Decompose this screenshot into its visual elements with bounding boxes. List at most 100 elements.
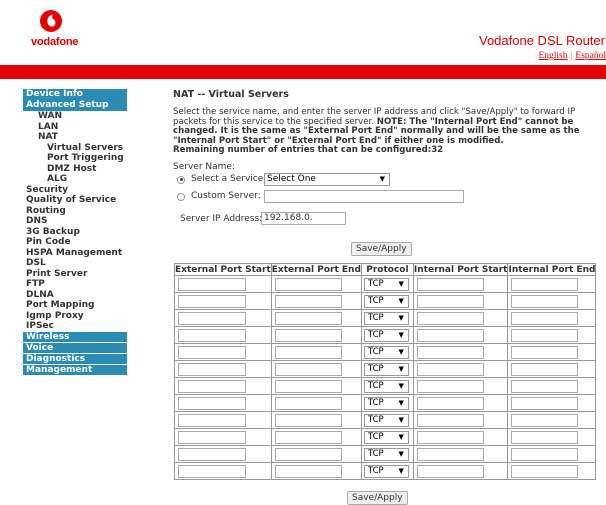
protocol-select[interactable]: TCP ▼	[363, 397, 409, 410]
external-port-start-input[interactable]	[178, 414, 246, 427]
external-port-end-input[interactable]	[274, 414, 342, 427]
internal-port-start-input[interactable]	[416, 312, 484, 325]
english-link[interactable]: English	[538, 51, 567, 61]
protocol-select[interactable]: TCP ▼	[363, 312, 409, 325]
external-port-end-input[interactable]	[274, 380, 342, 393]
external-port-start-input[interactable]	[178, 295, 246, 308]
nav-alg[interactable]: ALG	[23, 174, 127, 185]
nav-diagnostics[interactable]: Diagnostics	[23, 353, 127, 364]
external-port-end-input[interactable]	[274, 295, 342, 308]
select-service-radio[interactable]	[177, 175, 185, 184]
external-port-start-input[interactable]	[178, 448, 246, 461]
save-apply-button[interactable]: Save/Apply	[351, 242, 412, 256]
internal-port-end-input[interactable]	[511, 414, 579, 427]
internal-port-end-input[interactable]	[511, 431, 579, 444]
external-port-start-input[interactable]	[178, 312, 246, 325]
external-port-start-input[interactable]	[178, 431, 246, 444]
external-port-end-input[interactable]	[274, 397, 342, 410]
table-cell	[507, 411, 597, 429]
nav-print-server[interactable]: Print Server	[23, 269, 127, 280]
nav-wan[interactable]: WAN	[23, 111, 127, 122]
internal-port-end-input[interactable]	[511, 397, 579, 410]
protocol-select[interactable]: TCP ▼	[363, 414, 409, 427]
internal-port-start-input[interactable]	[416, 363, 484, 376]
internal-port-end-input[interactable]	[511, 448, 579, 461]
internal-port-start-input[interactable]	[416, 397, 484, 410]
protocol-select[interactable]: TCP ▼	[363, 329, 409, 342]
internal-port-start-input[interactable]	[416, 431, 484, 444]
nav-hspa-management[interactable]: HSPA Management	[23, 248, 127, 259]
custom-server-radio[interactable]	[177, 192, 185, 201]
external-port-start-input[interactable]	[178, 363, 246, 376]
nav-dsl[interactable]: DSL	[23, 258, 127, 269]
protocol-select[interactable]: TCP ▼	[363, 278, 409, 291]
internal-port-start-input[interactable]	[416, 346, 484, 359]
internal-port-start-input[interactable]	[416, 414, 484, 427]
nav-ipsec[interactable]: IPSec	[23, 321, 127, 332]
internal-port-end-input[interactable]	[511, 346, 579, 359]
nav-port-triggering[interactable]: Port Triggering	[23, 153, 127, 164]
external-port-start-input[interactable]	[178, 329, 246, 342]
nav-dns[interactable]: DNS	[23, 216, 127, 227]
nav-quality-of-service[interactable]: Quality of Service	[23, 195, 127, 206]
internal-port-start-input[interactable]	[416, 329, 484, 342]
internal-port-end-input[interactable]	[511, 363, 579, 376]
external-port-end-input[interactable]	[274, 329, 342, 342]
server-ip-input[interactable]: 192.168.0.	[261, 211, 346, 225]
nav-pin-code[interactable]: Pin Code	[23, 237, 127, 248]
external-port-start-input[interactable]	[178, 346, 246, 359]
internal-port-start-input[interactable]	[416, 278, 484, 291]
external-port-end-input[interactable]	[274, 465, 342, 478]
nav-wireless[interactable]: Wireless	[23, 331, 127, 342]
internal-port-end-input[interactable]	[511, 278, 579, 291]
internal-port-end-input[interactable]	[511, 380, 579, 393]
internal-port-start-input[interactable]	[416, 380, 484, 393]
nav-3g-backup[interactable]: 3G Backup	[23, 227, 127, 238]
internal-port-end-input[interactable]	[511, 295, 579, 308]
nav-virtual-servers[interactable]: Virtual Servers	[23, 143, 127, 154]
protocol-select[interactable]: TCP ▼	[363, 363, 409, 376]
external-port-end-input[interactable]	[274, 278, 342, 291]
nav-advanced-setup[interactable]: Advanced Setup	[23, 100, 127, 111]
external-port-end-input[interactable]	[274, 346, 342, 359]
external-port-start-input[interactable]	[178, 465, 246, 478]
nav-port-mapping[interactable]: Port Mapping	[23, 300, 127, 311]
service-select[interactable]: Select One ▼	[264, 172, 390, 186]
protocol-select[interactable]: TCP ▼	[363, 295, 409, 308]
nav-voice[interactable]: Voice	[23, 342, 127, 353]
save-apply-bottom-button[interactable]: Save/Apply	[347, 491, 408, 505]
external-port-end-input[interactable]	[274, 448, 342, 461]
vodafone-logo[interactable]: vodafone	[31, 10, 78, 58]
protocol-select[interactable]: TCP ▼	[363, 346, 409, 359]
external-port-end-input[interactable]	[274, 431, 342, 444]
internal-port-end-input[interactable]	[511, 465, 579, 478]
nav-igmp-proxy[interactable]: Igmp Proxy	[23, 311, 127, 322]
protocol-select[interactable]: TCP ▼	[363, 431, 409, 444]
external-port-start-input[interactable]	[178, 278, 246, 291]
nav-dmz-host[interactable]: DMZ Host	[23, 164, 127, 175]
internal-port-end-input[interactable]	[511, 312, 579, 325]
nav-nat[interactable]: NAT	[23, 132, 127, 143]
external-port-end-input[interactable]	[274, 363, 342, 376]
internal-port-start-input[interactable]	[416, 448, 484, 461]
custom-server-input[interactable]	[264, 189, 464, 203]
nav-management[interactable]: Management	[23, 364, 127, 375]
internal-port-start-input[interactable]	[416, 465, 484, 478]
internal-port-start-input[interactable]	[416, 295, 484, 308]
external-port-start-input[interactable]	[178, 397, 246, 410]
nav-lan[interactable]: LAN	[23, 122, 127, 133]
protocol-select[interactable]: TCP ▼	[363, 465, 409, 478]
table-cell	[270, 292, 362, 310]
nav-dlna[interactable]: DLNA	[23, 290, 127, 301]
nav-security[interactable]: Security	[23, 185, 127, 196]
nav-routing[interactable]: Routing	[23, 206, 127, 217]
internal-port-end-input[interactable]	[511, 329, 579, 342]
external-port-start-input[interactable]	[178, 380, 246, 393]
protocol-select[interactable]: TCP ▼	[363, 380, 409, 393]
espanol-link[interactable]: Español	[575, 51, 606, 61]
nav-device-info[interactable]: Device Info	[23, 89, 127, 100]
protocol-select[interactable]: TCP ▼	[363, 448, 409, 461]
table-cell: TCP ▼	[360, 445, 414, 463]
nav-ftp[interactable]: FTP	[23, 279, 127, 290]
external-port-end-input[interactable]	[274, 312, 342, 325]
